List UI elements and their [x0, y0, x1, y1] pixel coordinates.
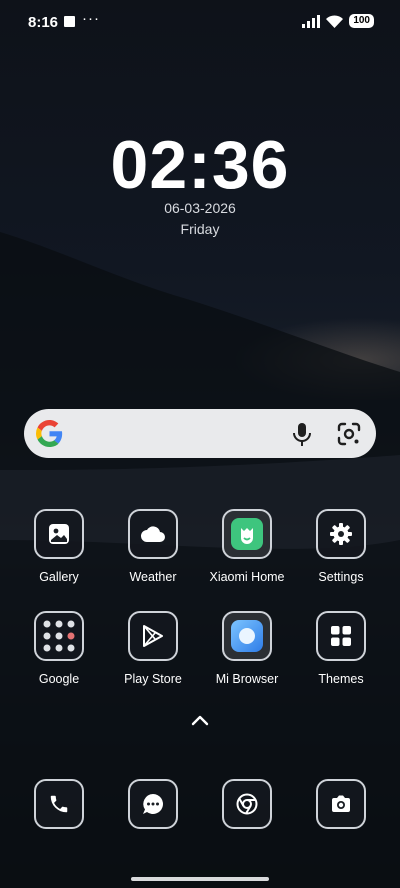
chrome-icon	[236, 793, 258, 815]
phone-icon	[50, 795, 68, 813]
app-label: Settings	[318, 570, 364, 584]
clock-widget-day: Friday	[180, 221, 220, 237]
app-label: Google	[38, 672, 80, 686]
status-time: 8:16	[28, 14, 59, 31]
more-notifications-icon: ···	[82, 10, 100, 27]
play-store-icon	[128, 611, 178, 661]
dock-chrome[interactable]	[222, 779, 272, 829]
themes-icon	[316, 611, 366, 661]
app-xiaomi-home[interactable]: Xiaomi Home	[197, 509, 297, 584]
app-folder-google[interactable]: Google	[9, 611, 109, 686]
gesture-navigation-bar[interactable]	[131, 877, 269, 881]
app-label: Themes	[318, 672, 364, 686]
dock-phone[interactable]	[34, 779, 84, 829]
app-gallery[interactable]: Gallery	[9, 509, 109, 584]
camera-icon	[332, 795, 350, 812]
xiaomi-home-icon	[222, 509, 272, 559]
app-weather[interactable]: Weather	[103, 509, 203, 584]
app-label: Xiaomi Home	[209, 570, 285, 584]
app-drawer-chevron-up-icon[interactable]	[190, 713, 210, 727]
app-mi-browser[interactable]: Mi Browser	[197, 611, 297, 686]
messages-icon	[143, 794, 163, 814]
weather-icon	[128, 509, 178, 559]
google-lens-icon[interactable]	[336, 421, 362, 447]
battery-icon: 100	[349, 14, 374, 28]
app-label: Mi Browser	[215, 672, 279, 686]
clock-widget-time[interactable]: 02:36	[0, 126, 400, 204]
google-logo-icon	[36, 420, 63, 447]
settings-icon	[316, 509, 366, 559]
app-label: Play Store	[124, 672, 182, 686]
dock-camera[interactable]	[316, 779, 366, 829]
app-label: Gallery	[39, 570, 79, 584]
dock-messages[interactable]	[128, 779, 178, 829]
wifi-icon	[326, 14, 344, 28]
google-search-bar[interactable]	[24, 409, 376, 458]
app-label: Weather	[129, 570, 177, 584]
google-folder-icon	[34, 611, 84, 661]
notification-icon	[64, 16, 75, 27]
app-play-store[interactable]: Play Store	[103, 611, 203, 686]
mi-browser-icon	[222, 611, 272, 661]
signal-icon	[302, 14, 321, 28]
status-bar: 8:16 ··· 100	[0, 0, 400, 44]
voice-search-icon[interactable]	[290, 421, 314, 447]
clock-widget-date: 06-03-2026	[164, 200, 236, 216]
app-themes[interactable]: Themes	[291, 611, 391, 686]
app-settings[interactable]: Settings	[291, 509, 391, 584]
gallery-icon	[34, 509, 84, 559]
